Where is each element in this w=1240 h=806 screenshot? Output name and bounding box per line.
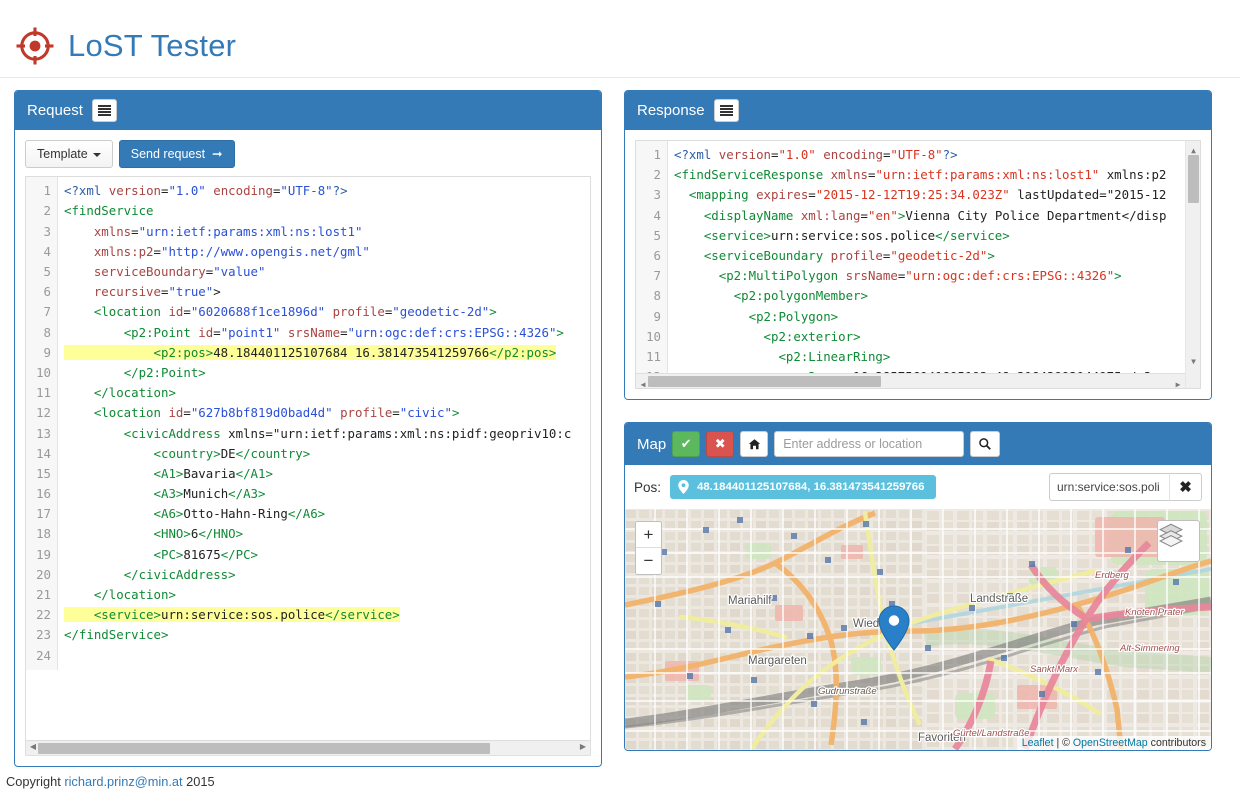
- scroll-right-icon[interactable]: ▶: [1172, 375, 1184, 388]
- response-panel-body: 123456789101112 <?xml version="1.0" enco…: [625, 130, 1211, 399]
- zoom-out-button[interactable]: −: [636, 548, 661, 574]
- response-panel: Response 123456789101112 <?xml version="…: [624, 90, 1212, 400]
- magnifier-icon[interactable]: [970, 431, 1001, 457]
- copyright-prefix: Copyright: [6, 774, 65, 790]
- position-value: 48.184401125107684, 16.381473541259766: [697, 481, 925, 493]
- scrollbar-thumb[interactable]: [1188, 155, 1199, 203]
- map-marker-icon: [678, 480, 689, 494]
- map-marker-icon[interactable]: [877, 605, 911, 651]
- position-label: Pos:: [634, 479, 662, 495]
- page-title: LoST Tester: [68, 27, 237, 63]
- app-header: LoST Tester: [0, 0, 1240, 78]
- response-code[interactable]: <?xml version="1.0" encoding="UTF-8"?> <f…: [668, 141, 1200, 388]
- leaflet-link[interactable]: Leaflet: [1022, 737, 1054, 749]
- send-request-label: Send request: [130, 147, 206, 161]
- clear-service-icon[interactable]: ✖: [1169, 473, 1202, 501]
- arrow-right-icon: ➞: [208, 147, 223, 161]
- scrollbar-thumb[interactable]: [38, 743, 490, 755]
- map-canvas[interactable]: Mariahilf Wieden Margareten Favoriten Landst…: [625, 509, 1211, 750]
- response-code-editor[interactable]: 123456789101112 <?xml version="1.0" enco…: [635, 140, 1201, 389]
- response-line-numbers: 123456789101112: [636, 141, 668, 388]
- map-zoom-controls[interactable]: + −: [635, 521, 662, 575]
- request-line-numbers: 1 2 3 4 5 6 7 8 9 10 11 12 13 14 15 16 17 18 19 20 21 22 23 24: [26, 177, 58, 670]
- address-search-input[interactable]: [774, 431, 965, 457]
- request-panel: Request Template Send request ➞ 1 2 3 4 …: [14, 90, 602, 768]
- attribution-separator: | ©: [1053, 737, 1073, 749]
- map-tiles: [625, 509, 1211, 750]
- main-content: Request Template Send request ➞ 1 2 3 4 …: [0, 78, 1240, 768]
- openstreetmap-link[interactable]: OpenStreetMap: [1073, 737, 1148, 749]
- response-vertical-scrollbar[interactable]: ▲ ▼: [1185, 141, 1200, 388]
- template-dropdown-label: Template: [37, 147, 88, 161]
- scroll-down-icon[interactable]: ▼: [1186, 352, 1200, 372]
- position-bar: Pos: 48.184401125107684, 16.381473541259…: [625, 465, 1211, 509]
- send-request-button[interactable]: Send request ➞: [118, 140, 235, 169]
- service-input[interactable]: [1049, 473, 1169, 501]
- request-horizontal-scrollbar[interactable]: ◀ ▶: [25, 741, 591, 757]
- map-attribution: Leaflet | © OpenStreetMap contributors: [1016, 736, 1211, 750]
- map-panel: Map ✔ ✖ Pos:: [624, 422, 1212, 751]
- response-horizontal-scrollbar[interactable]: ◀ ▶: [636, 373, 1185, 388]
- map-panel-header: Map ✔ ✖: [625, 423, 1211, 465]
- align-justify-icon[interactable]: [91, 99, 117, 122]
- template-dropdown-button[interactable]: Template: [25, 140, 113, 169]
- author-email-link[interactable]: richard.prinz@min.at: [64, 774, 182, 789]
- request-panel-header: Request: [15, 91, 601, 130]
- position-badge: 48.184401125107684, 16.381473541259766: [670, 475, 937, 499]
- service-field-group: ✖: [1049, 473, 1202, 501]
- crosshair-target-icon: [14, 25, 56, 67]
- footer: Copyright richard.prinz@min.at 2015: [0, 767, 1240, 789]
- layers-icon[interactable]: [1157, 520, 1200, 562]
- home-icon[interactable]: [740, 431, 769, 457]
- copyright-suffix: 2015: [182, 774, 215, 790]
- request-code-editor[interactable]: 1 2 3 4 5 6 7 8 9 10 11 12 13 14 15 16 17 18 19 20 21 22 23 24 …: [25, 176, 591, 742]
- response-panel-header: Response: [625, 91, 1211, 130]
- check-icon[interactable]: ✔: [672, 431, 701, 457]
- align-justify-icon[interactable]: [713, 99, 739, 122]
- cross-icon[interactable]: ✖: [706, 431, 735, 457]
- request-panel-body: Template Send request ➞ 1 2 3 4 5 6 7 8 9 10 11 12 1…: [15, 130, 601, 757]
- request-column: Request Template Send request ➞ 1 2 3 4 …: [14, 90, 602, 768]
- request-code[interactable]: <?xml version="1.0" encoding="UTF-8"?> <f…: [58, 177, 590, 670]
- response-panel-title: Response: [637, 102, 705, 119]
- attribution-suffix: contributors: [1147, 737, 1206, 749]
- chevron-down-icon: [92, 152, 101, 157]
- map-panel-title: Map: [637, 435, 667, 453]
- scrollbar-thumb[interactable]: [648, 376, 881, 387]
- request-toolbar: Template Send request ➞: [15, 130, 601, 176]
- zoom-in-button[interactable]: +: [636, 522, 661, 548]
- scroll-right-icon[interactable]: ▶: [577, 742, 589, 751]
- request-panel-title: Request: [27, 102, 83, 119]
- right-column: Response 123456789101112 <?xml version="…: [624, 90, 1212, 767]
